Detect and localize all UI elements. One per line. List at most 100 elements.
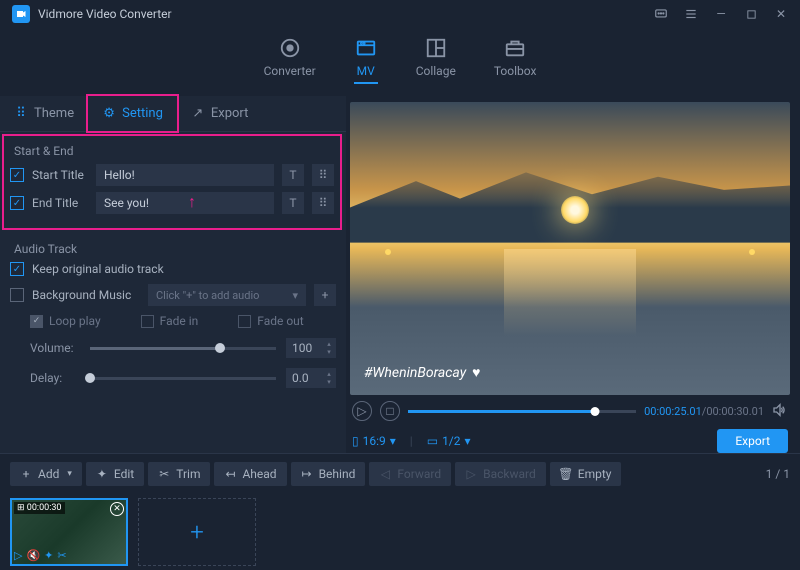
- volume-up-icon[interactable]: ▴: [324, 341, 334, 348]
- add-button[interactable]: +Add▾: [10, 462, 82, 486]
- ahead-button[interactable]: ↤Ahead: [214, 462, 286, 486]
- fade-out-checkbox[interactable]: [238, 315, 251, 328]
- trim-button[interactable]: ✂Trim: [148, 462, 210, 486]
- tab-toolbox[interactable]: Toolbox: [494, 36, 537, 84]
- bg-music-label: Background Music: [32, 288, 140, 302]
- trash-icon: 🗑: [560, 468, 572, 480]
- watermark-text: #WheninBoracay♥: [364, 364, 480, 381]
- clip-mute-icon[interactable]: 🔇: [26, 549, 40, 562]
- gear-icon: ⚙: [102, 107, 116, 121]
- preview-panel: #WheninBoracay♥ ▷ □ 00:00:25.01/00:00:30…: [346, 96, 800, 453]
- main-tabs: Converter MV Collage Toolbox: [0, 28, 800, 96]
- subtab-export[interactable]: ↗ Export: [177, 96, 263, 131]
- export-icon: ↗: [191, 107, 205, 121]
- empty-button[interactable]: 🗑Empty: [550, 462, 622, 486]
- volume-spinner[interactable]: 100▴▾: [286, 338, 336, 358]
- clip-toolbar: +Add▾ ✦Edit ✂Trim ↤Ahead ↦Behind ◁Forwar…: [0, 453, 800, 494]
- app-logo-icon: [12, 5, 30, 23]
- collage-icon: [424, 36, 448, 60]
- close-icon[interactable]: ✕: [774, 7, 788, 21]
- start-end-title: Start & End: [14, 144, 334, 158]
- plus-icon: +: [190, 518, 204, 546]
- clips-row: ⊞ 00:00:30 ✕ ▷ 🔇 ✦ ✂ +: [0, 494, 800, 570]
- bg-music-dropdown[interactable]: Click "+" to add audio ▾: [148, 284, 306, 306]
- time-display: 00:00:25.01/00:00:30.01: [644, 405, 764, 418]
- theme-icon: ⠿: [14, 107, 28, 121]
- delay-slider[interactable]: [90, 377, 276, 380]
- aspect-ratio-dropdown[interactable]: ▯16:9▾: [352, 434, 396, 448]
- start-title-checkbox[interactable]: [10, 168, 24, 182]
- delay-spinner[interactable]: 0.0▴▾: [286, 368, 336, 388]
- clip-duration: ⊞ 00:00:30: [14, 502, 65, 514]
- bg-music-checkbox[interactable]: [10, 288, 24, 302]
- end-text-style-button[interactable]: T: [282, 192, 304, 214]
- play-button[interactable]: ▷: [352, 401, 372, 421]
- mv-icon: [354, 36, 378, 60]
- keep-audio-checkbox[interactable]: [10, 262, 24, 276]
- aspect-icon: ▯: [352, 434, 359, 448]
- player-controls: ▷ □ 00:00:25.01/00:00:30.01: [350, 395, 790, 427]
- start-more-button[interactable]: ⠿: [312, 164, 334, 186]
- tab-converter[interactable]: Converter: [264, 36, 316, 84]
- end-more-button[interactable]: ⠿: [312, 192, 334, 214]
- end-title-checkbox[interactable]: [10, 196, 24, 210]
- preview-options: ▯16:9▾ | ▭1/2▾ Export: [350, 427, 790, 453]
- delay-down-icon[interactable]: ▾: [324, 379, 334, 386]
- subtab-theme[interactable]: ⠿ Theme: [0, 96, 88, 131]
- forward-icon: ◁: [379, 468, 391, 480]
- plus-icon: +: [20, 468, 32, 480]
- delay-label: Delay:: [30, 371, 80, 385]
- chevron-down-icon: ▾: [292, 289, 298, 302]
- edit-icon: ✦: [96, 468, 108, 480]
- clip-cut-icon[interactable]: ✂: [57, 549, 66, 562]
- timeline-slider[interactable]: [408, 410, 636, 413]
- delay-up-icon[interactable]: ▴: [324, 371, 334, 378]
- add-audio-button[interactable]: +: [314, 284, 336, 306]
- keep-audio-label: Keep original audio track: [32, 262, 164, 276]
- tab-mv[interactable]: MV: [354, 36, 378, 84]
- volume-label: Volume:: [30, 341, 80, 355]
- display-icon: ▭: [427, 434, 438, 448]
- start-text-style-button[interactable]: T: [282, 164, 304, 186]
- scissors-icon: ✂: [158, 468, 170, 480]
- tab-collage[interactable]: Collage: [416, 36, 456, 84]
- forward-button[interactable]: ◁Forward: [369, 462, 451, 486]
- clip-play-icon[interactable]: ▷: [14, 549, 22, 562]
- video-preview[interactable]: #WheninBoracay♥: [350, 102, 790, 395]
- volume-slider[interactable]: [90, 347, 276, 350]
- heart-icon: ♥: [472, 364, 480, 381]
- behind-button[interactable]: ↦Behind: [291, 462, 366, 486]
- chevron-down-icon: ▾: [390, 434, 396, 448]
- menu-icon[interactable]: [684, 7, 698, 21]
- app-title: Vidmore Video Converter: [38, 7, 172, 21]
- maximize-icon[interactable]: [744, 7, 758, 21]
- chat-icon[interactable]: [654, 7, 668, 21]
- minimize-icon[interactable]: —: [714, 7, 728, 21]
- toolbox-icon: [503, 36, 527, 60]
- export-button[interactable]: Export: [717, 429, 788, 453]
- subtab-setting[interactable]: ⚙ Setting: [86, 94, 179, 133]
- clip-thumbnail[interactable]: ⊞ 00:00:30 ✕ ▷ 🔇 ✦ ✂: [10, 498, 128, 566]
- volume-down-icon[interactable]: ▾: [324, 349, 334, 356]
- clip-effect-icon[interactable]: ✦: [44, 549, 53, 562]
- start-title-label: Start Title: [32, 168, 88, 182]
- audio-section-title: Audio Track: [14, 242, 336, 256]
- zoom-dropdown[interactable]: ▭1/2▾: [427, 434, 471, 448]
- converter-icon: [278, 36, 302, 60]
- audio-section: Audio Track Keep original audio track Ba…: [0, 232, 346, 404]
- backward-icon: ▷: [465, 468, 477, 480]
- behind-icon: ↦: [301, 468, 313, 480]
- start-title-input[interactable]: [96, 164, 274, 186]
- titlebar: Vidmore Video Converter — ✕: [0, 0, 800, 28]
- add-clip-button[interactable]: +: [138, 498, 256, 566]
- end-title-input[interactable]: [96, 192, 274, 214]
- start-end-section: Start & End Start Title T ⠿ End Title T …: [2, 134, 342, 230]
- stop-button[interactable]: □: [380, 401, 400, 421]
- loop-play-checkbox[interactable]: [30, 315, 43, 328]
- chevron-down-icon: ▾: [465, 434, 471, 448]
- backward-button[interactable]: ▷Backward: [455, 462, 546, 486]
- volume-icon[interactable]: [772, 402, 788, 421]
- edit-button[interactable]: ✦Edit: [86, 462, 144, 486]
- clip-remove-button[interactable]: ✕: [110, 502, 124, 516]
- fade-in-checkbox[interactable]: [141, 315, 154, 328]
